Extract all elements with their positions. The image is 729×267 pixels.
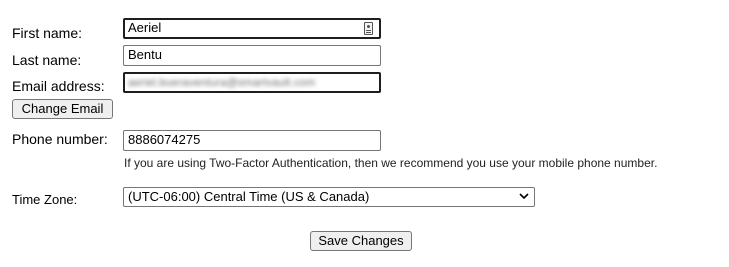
chevron-down-icon <box>519 193 529 200</box>
timezone-select[interactable]: (UTC-06:00) Central Time (US & Canada) <box>123 187 535 207</box>
contact-card-icon[interactable] <box>364 22 373 35</box>
first-name-input[interactable]: Aeriel <box>123 18 381 39</box>
last-name-input[interactable]: Bentu <box>123 45 381 66</box>
phone-value: 8886074275 <box>128 132 201 147</box>
save-changes-button[interactable]: Save Changes <box>310 231 412 251</box>
timezone-selected-value: (UTC-06:00) Central Time (US & Canada) <box>128 189 370 204</box>
change-email-button[interactable]: Change Email <box>12 99 113 119</box>
last-name-value: Bentu <box>128 47 162 62</box>
email-label: Email address: <box>12 78 105 94</box>
first-name-label: First name: <box>12 25 83 41</box>
phone-help-text: If you are using Two-Factor Authenticati… <box>124 156 658 170</box>
last-name-label: Last name: <box>12 52 82 68</box>
first-name-value: Aeriel <box>128 20 162 35</box>
phone-input[interactable]: 8886074275 <box>123 130 381 151</box>
email-input[interactable]: aeriel.bueraventura@smartvault.com <box>123 72 381 93</box>
phone-label: Phone number: <box>12 131 108 147</box>
timezone-label: Time Zone: <box>12 192 78 207</box>
email-value: aeriel.bueraventura@smartvault.com <box>128 77 316 89</box>
